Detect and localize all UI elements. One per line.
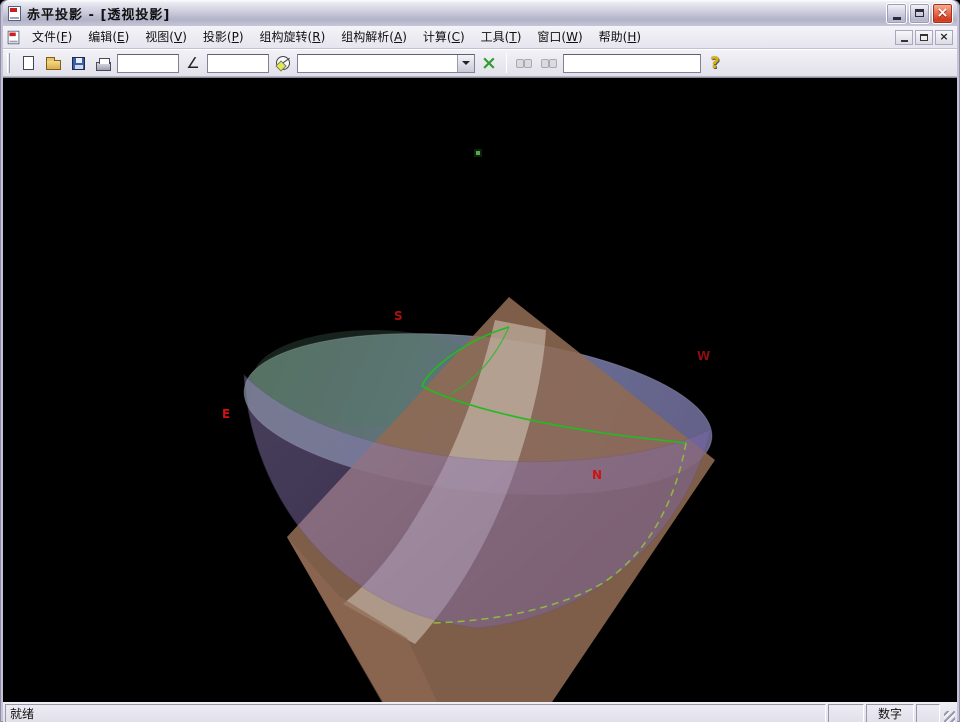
dip-angle-input[interactable]: [207, 54, 269, 73]
compass-label-north: N: [592, 468, 602, 482]
menu-item-projection[interactable]: 投影(P): [195, 26, 252, 48]
save-button[interactable]: [67, 52, 89, 74]
new-document-icon: [23, 56, 34, 70]
zenith-dot: [476, 151, 480, 155]
find-next-button[interactable]: [538, 52, 560, 74]
menu-item-view[interactable]: 视图(V): [137, 26, 195, 48]
find-button[interactable]: [513, 52, 535, 74]
compass-label-south: S: [394, 309, 403, 323]
mdi-doc-icon: [8, 30, 20, 44]
mdi-close-icon: ×: [939, 31, 948, 43]
mdi-restore-icon: [920, 34, 928, 41]
binoculars-next-icon: [541, 57, 557, 69]
chevron-down-icon: [462, 61, 470, 65]
open-folder-icon: [46, 60, 61, 70]
minimize-icon: [893, 17, 901, 20]
print-icon: [96, 62, 111, 71]
toolbar: ∠ × ?: [3, 49, 957, 77]
menu-item-edit[interactable]: 编辑(E): [80, 26, 137, 48]
plot-plane-button[interactable]: [272, 52, 294, 74]
open-button[interactable]: [42, 52, 64, 74]
print-button[interactable]: [92, 52, 114, 74]
close-icon: ×: [937, 4, 949, 23]
resize-grip[interactable]: [942, 704, 956, 722]
compass-label-west: W: [697, 349, 710, 363]
toolbar-separator: [506, 53, 507, 73]
menu-item-tools[interactable]: 工具(T): [473, 26, 530, 48]
mdi-minimize-button[interactable]: [895, 30, 913, 45]
window-title: 赤平投影 - [透视投影]: [27, 4, 886, 23]
menu-item-fabric-rotation[interactable]: 组构旋转(R): [252, 26, 334, 48]
menu-item-help[interactable]: 帮助(H): [591, 26, 649, 48]
delete-button[interactable]: ×: [478, 52, 500, 74]
compass-label-east: E: [222, 407, 230, 421]
save-icon: [72, 57, 85, 70]
menu-item-fabric-analysis[interactable]: 组构解析(A): [333, 26, 415, 48]
status-message: 就绪: [5, 704, 826, 722]
help-question-icon: ?: [710, 55, 719, 71]
status-panel-extra: [828, 704, 864, 722]
menu-item-calculate[interactable]: 计算(C): [415, 26, 473, 48]
dip-direction-input[interactable]: [117, 54, 179, 73]
maximize-icon: [915, 9, 924, 17]
menu-bar: 文件(F) 编辑(E) 视图(V) 投影(P) 组构旋转(R) 组构解析(A) …: [3, 26, 957, 49]
minimize-button[interactable]: [886, 3, 907, 24]
num-lock-panel: 数字: [866, 704, 914, 722]
app-window: 赤平投影 - [透视投影] × 文件(F) 编辑(E) 视图(V) 投影(P) …: [0, 0, 960, 722]
menu-item-file[interactable]: 文件(F): [24, 26, 80, 48]
mdi-minimize-icon: [901, 40, 908, 42]
menu-item-window[interactable]: 窗口(W): [529, 26, 590, 48]
combobox-dropdown-button[interactable]: [457, 55, 474, 72]
drawing-canvas[interactable]: S W E N: [3, 77, 957, 702]
mdi-restore-button[interactable]: [915, 30, 933, 45]
status-panel-extra-2: [916, 704, 940, 722]
status-bar: 就绪 数字: [3, 702, 957, 722]
green-x-icon: ×: [481, 54, 497, 73]
angle-indicator: ∠: [182, 52, 204, 74]
combobox-value: [298, 55, 457, 72]
coordinate-input[interactable]: [563, 54, 701, 73]
app-doc-icon: [8, 6, 21, 21]
title-bar[interactable]: 赤平投影 - [透视投影] ×: [3, 0, 957, 26]
stereonet-plane-icon: [276, 56, 290, 70]
stereonet-3d-scene: S W E N: [3, 78, 957, 702]
mdi-close-button[interactable]: ×: [935, 30, 953, 45]
toolbar-grip[interactable]: [7, 53, 10, 73]
close-button[interactable]: ×: [932, 3, 953, 24]
angle-icon: ∠: [186, 56, 199, 71]
projection-combobox[interactable]: [297, 54, 475, 73]
binoculars-icon: [516, 57, 532, 69]
new-button[interactable]: [17, 52, 39, 74]
help-button[interactable]: ?: [704, 52, 726, 74]
maximize-button[interactable]: [909, 3, 930, 24]
